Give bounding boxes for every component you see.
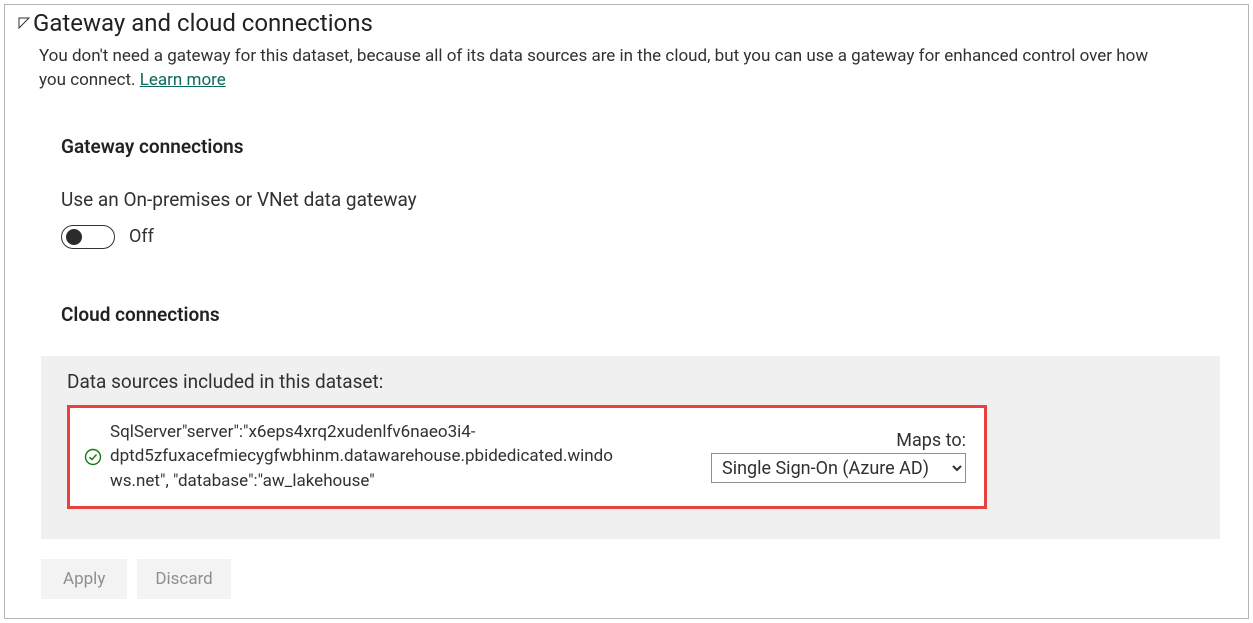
action-buttons: Apply Discard [5,539,1248,599]
cloud-connections-heading: Cloud connections [5,249,1248,344]
maps-to-column: Maps to: Single Sign-On (Azure AD) [711,430,970,483]
discard-button[interactable]: Discard [137,559,230,599]
datasource-text: SqlServer"server":"x6eps4xrq2xudenlfv6na… [110,420,620,494]
datasources-included-label: Data sources included in this dataset: [67,370,1194,405]
datasources-container: Data sources included in this dataset: S… [41,356,1220,539]
gateway-connections-heading: Gateway connections [5,101,1248,166]
gateway-toggle[interactable] [61,225,115,249]
toggle-knob [66,229,82,245]
section-title: Gateway and cloud connections [33,9,373,37]
section-header[interactable]: Gateway and cloud connections [5,5,1248,39]
learn-more-link[interactable]: Learn more [140,70,226,90]
datasource-card: SqlServer"server":"x6eps4xrq2xudenlfv6na… [67,405,987,509]
success-check-icon [84,448,102,466]
maps-to-label: Maps to: [896,430,966,451]
section-description: You don't need a gateway for this datase… [5,39,1205,101]
gateway-cloud-panel: Gateway and cloud connections You don't … [4,4,1249,619]
gateway-toggle-row: Off [5,221,1248,249]
maps-to-select[interactable]: Single Sign-On (Azure AD) [711,453,966,483]
collapse-triangle-icon[interactable] [17,16,31,30]
gateway-toggle-label: Use an On-premises or VNet data gateway [5,166,1248,221]
gateway-toggle-state: Off [129,226,154,247]
apply-button[interactable]: Apply [41,559,127,599]
